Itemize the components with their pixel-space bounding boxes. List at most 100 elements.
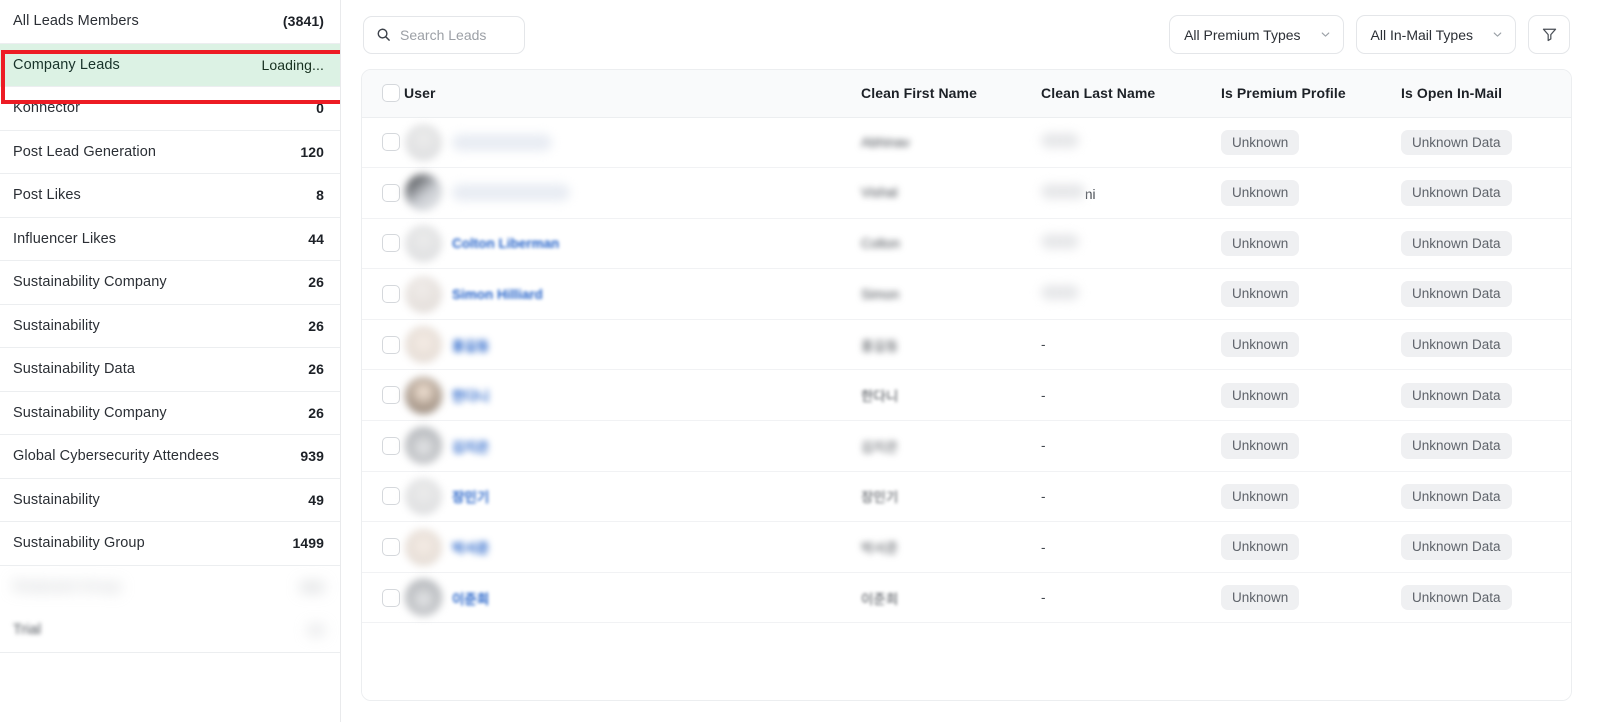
column-header-inmail[interactable]: Is Open In-Mail — [1401, 70, 1571, 118]
user-profile-link[interactable] — [452, 184, 570, 202]
row-checkbox[interactable] — [382, 285, 400, 304]
row-select-cell — [362, 218, 404, 270]
table-row[interactable]: 이준희 이준희 - Unknown Unknown Data — [362, 572, 1571, 624]
clean-last-name-suffix: ni — [1085, 186, 1096, 202]
inmail-type-filter[interactable]: All In-Mail Types — [1355, 15, 1516, 54]
table-row[interactable]: 박서준 박서준 - Unknown Unknown Data — [362, 521, 1571, 573]
sidebar-item[interactable]: All Leads Members (3841) — [0, 0, 340, 44]
table-row[interactable]: 한다니 한다니 - Unknown Unknown Data — [362, 369, 1571, 422]
user-profile-link[interactable]: 홍길동 — [452, 335, 489, 355]
user-profile-link[interactable] — [452, 133, 552, 151]
cell-clean-last-name — [1041, 117, 1221, 169]
sidebar-item[interactable]: Konnector 0 — [0, 87, 340, 131]
sidebar-item[interactable]: Global Cybersecurity Attendees 939 — [0, 435, 340, 479]
user-profile-link[interactable]: 한다니 — [452, 385, 489, 405]
clean-last-name-value: - — [1041, 337, 1046, 353]
sidebar-item-count: 00 — [308, 622, 324, 639]
column-header-user[interactable]: User — [404, 70, 861, 118]
sidebar-item[interactable]: Trial 00 — [0, 609, 340, 653]
cell-clean-first-name: 김지은 — [861, 420, 1041, 472]
sidebar-item-label: Global Cybersecurity Attendees — [13, 448, 220, 465]
row-checkbox[interactable] — [382, 588, 400, 607]
cell-is-premium-profile: Unknown — [1221, 369, 1401, 422]
clean-first-name-value: 이준희 — [861, 591, 899, 607]
table-header-row: User Clean First Name Clean Last Name Is… — [362, 70, 1571, 118]
sidebar-item[interactable]: Sustainability 26 — [0, 304, 340, 348]
column-header-premium[interactable]: Is Premium Profile — [1221, 70, 1401, 118]
premium-status-badge: Unknown — [1221, 331, 1300, 358]
sidebar-item[interactable]: Influencer Likes 44 — [0, 217, 340, 261]
sidebar-item[interactable]: Sustainability Company 26 — [0, 261, 340, 305]
sidebar-item[interactable]: Company Leads Loading... — [0, 43, 340, 87]
inmail-status-badge: Unknown Data — [1401, 180, 1512, 206]
search-placeholder: Search Leads — [400, 26, 487, 43]
inmail-status-badge: Unknown Data — [1401, 382, 1512, 409]
app-root: All Leads Members (3841) Company Leads Load… — [0, 0, 1600, 722]
inmail-status-badge: Unknown Data — [1401, 433, 1512, 459]
clean-last-name-value: - — [1041, 387, 1046, 403]
sidebar-item-label: Sustainability Data — [13, 361, 135, 378]
sidebar-item[interactable]: Post Likes 8 — [0, 174, 340, 218]
column-header-first[interactable]: Clean First Name — [861, 70, 1041, 118]
search-input[interactable]: Search Leads — [363, 15, 525, 54]
premium-status-badge: Unknown — [1221, 180, 1300, 206]
row-checkbox[interactable] — [382, 386, 400, 405]
avatar — [405, 579, 442, 617]
row-checkbox[interactable] — [382, 183, 400, 202]
sidebar-item[interactable]: Sustainability Company 26 — [0, 391, 340, 435]
sidebar-item-count: 000 — [300, 579, 324, 596]
user-profile-link[interactable]: 박서준 — [452, 537, 489, 557]
cell-clean-last-name: - — [1041, 319, 1221, 371]
row-checkbox[interactable] — [382, 234, 400, 253]
cell-clean-first-name: 홍길동 — [861, 319, 1041, 371]
row-select-cell — [362, 369, 404, 422]
user-profile-link[interactable]: 김지은 — [452, 436, 489, 456]
leads-table-header: User Clean First Name Clean Last Name Is… — [362, 70, 1571, 118]
inmail-type-filter-label: All In-Mail Types — [1370, 26, 1473, 43]
premium-status-badge: Unknown — [1221, 534, 1300, 560]
cell-is-premium-profile: Unknown — [1221, 572, 1401, 624]
sidebar-item-label: Trial — [13, 622, 42, 639]
select-all-checkbox[interactable] — [382, 84, 400, 103]
table-row[interactable]: 홍길동 홍길동 - Unknown Unknown Data — [362, 319, 1571, 371]
sidebar-item[interactable]: Post Lead Generation 120 — [0, 130, 340, 174]
sidebar-item[interactable]: Redacted Group 000 — [0, 565, 340, 609]
inmail-status-badge: Unknown Data — [1401, 534, 1512, 560]
column-header-last[interactable]: Clean Last Name — [1041, 70, 1221, 118]
table-row[interactable]: Abhinav Unknown Unknown Data — [362, 117, 1571, 169]
avatar — [405, 427, 442, 465]
user-profile-link[interactable]: Simon Hilliard — [452, 287, 543, 302]
clean-first-name-value: Colton — [861, 235, 901, 251]
premium-type-filter[interactable]: All Premium Types — [1169, 15, 1344, 54]
avatar — [405, 326, 442, 364]
table-row[interactable]: 김지은 김지은 - Unknown Unknown Data — [362, 420, 1571, 472]
cell-is-open-inmail: Unknown Data — [1401, 319, 1571, 371]
row-checkbox[interactable] — [382, 436, 400, 455]
user-profile-link[interactable]: Colton Liberman — [452, 236, 559, 251]
row-checkbox[interactable] — [382, 335, 400, 354]
cell-user: 한다니 — [404, 369, 861, 422]
table-row[interactable]: 장민기 장민기 - Unknown Unknown Data — [362, 471, 1571, 523]
table-row[interactable]: Simon Hilliard Simon Unknown Unknown Data — [362, 268, 1571, 320]
sidebar-item-label: Post Lead Generation — [13, 143, 157, 160]
cell-is-open-inmail: Unknown Data — [1401, 218, 1571, 270]
table-row[interactable]: Vishal ni Unknown Unknown Data — [362, 167, 1571, 219]
cell-clean-first-name: Vishal — [861, 167, 1041, 219]
clean-first-name-value: 홍길동 — [861, 338, 899, 354]
cell-is-open-inmail: Unknown Data — [1401, 117, 1571, 169]
row-checkbox[interactable] — [382, 133, 400, 152]
user-profile-link[interactable]: 이준희 — [452, 588, 489, 608]
sidebar-item[interactable]: Sustainability Group 1499 — [0, 522, 340, 566]
row-checkbox[interactable] — [382, 487, 400, 506]
table-row[interactable]: Colton Liberman Colton Unknown Unknown Data — [362, 218, 1571, 270]
premium-status-badge: Unknown — [1221, 584, 1300, 611]
sidebar-item[interactable]: Sustainability Data 26 — [0, 348, 340, 392]
user-profile-link[interactable]: 장민기 — [452, 486, 489, 506]
cell-clean-first-name: 박서준 — [861, 521, 1041, 573]
sidebar-item[interactable]: Sustainability 49 — [0, 478, 340, 522]
filter-button[interactable] — [1528, 15, 1570, 54]
row-checkbox[interactable] — [382, 538, 400, 557]
premium-status-badge: Unknown — [1221, 281, 1300, 307]
cell-is-premium-profile: Unknown — [1221, 521, 1401, 573]
inmail-status-badge: Unknown Data — [1401, 584, 1512, 611]
